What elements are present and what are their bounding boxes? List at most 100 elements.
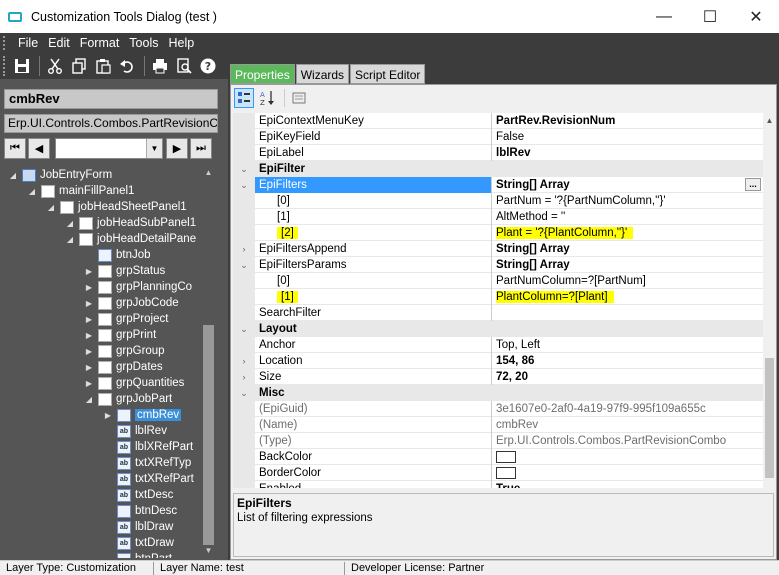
maximize-button[interactable]: ☐ — [687, 0, 733, 33]
property-value[interactable]: String[] Array... — [492, 177, 763, 193]
tree-node[interactable]: ▶ grpPlanningCo — [84, 279, 192, 295]
tree-expander-icon[interactable]: ▶ — [84, 331, 94, 340]
property-value[interactable] — [492, 449, 763, 465]
property-category[interactable]: ⌄ EpiFilter — [233, 161, 763, 177]
property-row[interactable]: ⌄ EpiFilters String[] Array... — [233, 177, 763, 193]
property-row[interactable]: EpiKeyField False — [233, 129, 763, 145]
tree-expander-icon[interactable]: ▶ — [84, 347, 94, 356]
property-row[interactable]: [1] PlantColumn=?[Plant] — [233, 289, 763, 305]
tree-scrollbar[interactable]: ▲ ▼ — [201, 165, 216, 557]
categorized-button[interactable] — [234, 88, 254, 108]
tree-node[interactable]: ▶ grpPrint — [84, 327, 156, 343]
close-button[interactable]: ✕ — [733, 0, 779, 33]
toolbar-grip[interactable] — [3, 55, 7, 76]
tree-node[interactable]: ◢ jobHeadDetailPane — [65, 231, 196, 247]
property-value[interactable]: PartRev.RevisionNum — [492, 113, 763, 129]
print-preview-button[interactable] — [173, 55, 195, 77]
tree-node[interactable]: ◢ jobHeadSheetPanel1 — [46, 199, 187, 215]
alphabetical-button[interactable]: AZ — [257, 88, 277, 108]
tab-wizards[interactable]: Wizards — [295, 64, 350, 84]
minimize-button[interactable]: — — [641, 0, 687, 33]
property-row[interactable]: [1] AltMethod = '' — [233, 209, 763, 225]
property-value[interactable]: True — [492, 481, 763, 488]
expand-toggle-icon[interactable]: › — [233, 353, 255, 369]
expand-toggle-icon[interactable]: › — [233, 369, 255, 385]
tree-node[interactable]: ab txtXRefTyp — [103, 455, 191, 471]
property-row[interactable]: [2] Plant = '?{PlantColumn,''}' — [233, 225, 763, 241]
tree-node[interactable]: ◢ grpJobPart — [84, 391, 172, 407]
scroll-up-icon[interactable]: ▲ — [201, 165, 216, 179]
expand-toggle-icon[interactable]: ⌄ — [233, 177, 255, 193]
tree-expander-icon[interactable]: ▶ — [84, 315, 94, 324]
property-row[interactable]: SearchFilter — [233, 305, 763, 321]
property-row[interactable]: (Name) cmbRev — [233, 417, 763, 433]
tree-expander-icon[interactable]: ▶ — [84, 379, 94, 388]
property-row[interactable]: ⌄ EpiFiltersParams String[] Array — [233, 257, 763, 273]
save-button[interactable] — [11, 55, 33, 77]
scroll-down-icon[interactable]: ▼ — [201, 543, 216, 557]
property-row[interactable]: Enabled True — [233, 481, 763, 488]
property-value[interactable]: String[] Array — [492, 257, 763, 273]
cut-button[interactable] — [44, 55, 66, 77]
tree-node[interactable]: ab lblRev — [103, 423, 167, 439]
property-value[interactable]: AltMethod = '' — [492, 209, 763, 225]
tree-node[interactable]: ▶ cmbRev — [103, 407, 182, 423]
property-value[interactable]: 72, 20 — [492, 369, 763, 385]
property-row[interactable]: BorderColor — [233, 465, 763, 481]
tree-node[interactable]: ▶ grpDates — [84, 359, 163, 375]
property-category[interactable]: ⌄ Misc — [233, 385, 763, 401]
tree-node[interactable]: ab txtXRefPart — [103, 471, 194, 487]
undo-button[interactable] — [116, 55, 138, 77]
property-row[interactable]: (EpiGuid) 3e1607e0-2af0-4a19-97f9-995f109… — [233, 401, 763, 417]
tree-node[interactable]: ab lblXRefPart — [103, 439, 193, 455]
property-value[interactable]: 3e1607e0-2af0-4a19-97f9-995f109a655c — [492, 401, 763, 417]
property-pages-button[interactable] — [289, 88, 309, 108]
expand-toggle-icon[interactable]: ⌄ — [233, 257, 255, 273]
property-value[interactable]: Plant = '?{PlantColumn,''}' — [492, 225, 763, 241]
menu-edit[interactable]: Edit — [43, 36, 75, 50]
tree-node[interactable]: btnJob — [84, 247, 151, 263]
property-value[interactable] — [492, 305, 763, 321]
chevron-down-icon[interactable]: ▼ — [146, 138, 162, 158]
expand-toggle-icon[interactable]: ⌄ — [233, 321, 255, 337]
tree-node[interactable]: ▶ grpJobCode — [84, 295, 179, 311]
menu-format[interactable]: Format — [75, 36, 125, 50]
expand-toggle-icon[interactable]: ⌄ — [233, 161, 255, 177]
tree-node[interactable]: ab txtDraw — [103, 535, 174, 551]
tree-expander-icon[interactable]: ◢ — [27, 187, 37, 196]
menu-file[interactable]: File — [13, 36, 43, 50]
copy-button[interactable] — [68, 55, 90, 77]
property-value[interactable]: Top, Left — [492, 337, 763, 353]
property-value[interactable]: 154, 86 — [492, 353, 763, 369]
property-row[interactable]: EpiContextMenuKey PartRev.RevisionNum — [233, 113, 763, 129]
tree-node[interactable]: ◢ jobHeadSubPanel1 — [65, 215, 196, 231]
control-tree[interactable]: ◢ JobEntryForm ◢ mainFillPanel1 ◢ jobHeadShee… — [4, 165, 216, 558]
expand-toggle-icon[interactable]: ⌄ — [233, 385, 255, 401]
tree-expander-icon[interactable]: ▶ — [84, 363, 94, 372]
property-value[interactable]: PlantColumn=?[Plant] — [492, 289, 763, 305]
tree-expander-icon[interactable]: ▶ — [84, 267, 94, 276]
help-button[interactable]: ? — [197, 55, 219, 77]
tree-node[interactable]: ▶ grpQuantities — [84, 375, 184, 391]
property-row[interactable]: (Type) Erp.UI.Controls.Combos.PartRevisio… — [233, 433, 763, 449]
tab-properties[interactable]: Properties — [230, 64, 295, 84]
tree-expander-icon[interactable]: ▶ — [84, 299, 94, 308]
first-record-button[interactable]: ⏮ — [4, 137, 26, 159]
property-value[interactable]: False — [492, 129, 763, 145]
property-value[interactable]: String[] Array — [492, 241, 763, 257]
tree-expander-icon[interactable]: ▶ — [84, 283, 94, 292]
tree-node[interactable]: ▶ grpGroup — [84, 343, 165, 359]
tree-scroll-thumb[interactable] — [203, 325, 214, 545]
property-value[interactable]: PartNum = '?{PartNumColumn,''}' — [492, 193, 763, 209]
tab-script-editor[interactable]: Script Editor — [350, 64, 426, 84]
next-record-button[interactable]: ▶ — [166, 137, 188, 159]
tree-node[interactable]: ▶ grpStatus — [84, 263, 165, 279]
property-grid-scrollbar[interactable]: ▲ — [763, 113, 776, 488]
property-value[interactable]: PartNumColumn=?[PartNum] — [492, 273, 763, 289]
scroll-up-icon[interactable]: ▲ — [763, 113, 776, 127]
tree-node[interactable]: ◢ mainFillPanel1 — [27, 183, 134, 199]
previous-record-button[interactable]: ◀ — [28, 137, 50, 159]
last-record-button[interactable]: ⏭ — [190, 137, 212, 159]
tree-expander-icon[interactable]: ◢ — [65, 219, 75, 228]
tree-node[interactable]: ▶ grpProject — [84, 311, 168, 327]
